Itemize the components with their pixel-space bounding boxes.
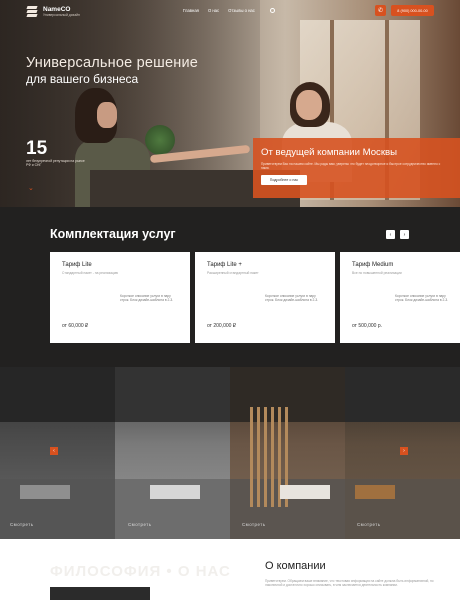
card-subtitle: Расширенный стандартный пакет (207, 271, 259, 275)
about-watermark: ФИЛОСОФИЯ • О НАС (50, 563, 231, 580)
logo[interactable]: NameCO Универсальный дизайн (26, 5, 80, 17)
hero-title: Универсальное решение (26, 55, 199, 71)
nav-item-reviews[interactable]: Отзывы о нас (228, 8, 255, 13)
about-section: ФИЛОСОФИЯ • О НАС О компании Приветствуе… (0, 539, 460, 600)
gallery-panel[interactable]: › Смотреть (345, 367, 460, 539)
hero-section: Универсальное решение для вашего бизнеса… (0, 0, 460, 207)
promo-title: От ведущей компании Москвы (261, 147, 398, 158)
card-price: от 500,000 р. (352, 323, 382, 329)
tariff-card[interactable]: Тариф Lite Стандартный пакет - на реализ… (50, 252, 190, 343)
gallery-panel[interactable]: Смотреть (230, 367, 345, 539)
search-icon[interactable] (270, 8, 275, 13)
main-nav: Главная О нас Отзывы о нас (183, 8, 255, 13)
promo-box: От ведущей компании Москвы Приветствуем … (253, 138, 460, 198)
next-arrow-icon[interactable]: › (400, 230, 409, 239)
hero-subtitle: для вашего бизнеса (26, 72, 139, 86)
gallery-caption[interactable]: Смотреть (10, 522, 34, 527)
services-title: Комплектация услуг (50, 227, 176, 241)
phone-icon[interactable]: ✆ (375, 5, 386, 16)
phone-button[interactable]: 8 (900) 000-00-00 (391, 5, 434, 16)
brand-tagline: Универсальный дизайн (43, 12, 80, 17)
plant-image (145, 125, 175, 155)
gallery-panel[interactable]: ‹ Смотреть (0, 367, 115, 539)
gallery-panel[interactable]: Смотреть (115, 367, 230, 539)
logo-icon (26, 5, 38, 17)
chevron-down-icon[interactable]: ⌄ (28, 184, 34, 192)
about-text: Приветствуем. Обращаем ваше внимание, чт… (265, 579, 434, 588)
chevron-right-icon[interactable]: › (400, 447, 408, 455)
card-title: Тариф Lite (62, 262, 92, 268)
card-title: Тариф Lite + (207, 262, 242, 268)
card-title: Тариф Medium (352, 262, 394, 268)
promo-text: Приветствуем Вас на нашем сайте. Мы рады… (261, 162, 441, 170)
tariff-card[interactable]: Тариф Lite + Расширенный стандартный пак… (195, 252, 335, 343)
card-subtitle: Все по повышенной реализации (352, 271, 402, 275)
more-about-button[interactable]: Подробнее о нас (261, 175, 307, 185)
gallery-caption[interactable]: Смотреть (128, 522, 152, 527)
prev-arrow-icon[interactable]: ‹ (386, 230, 395, 239)
card-description: Короткое описание услуги в пару строк. Б… (395, 294, 449, 303)
about-image (50, 587, 150, 600)
chevron-left-icon[interactable]: ‹ (50, 447, 58, 455)
about-title: О компании (265, 560, 326, 572)
stat-text: лет безупречной репутации на рынке РФ и … (26, 159, 85, 168)
gallery-caption[interactable]: Смотреть (242, 522, 266, 527)
nav-item-about[interactable]: О нас (208, 8, 219, 13)
services-section: Комплектация услуг ‹ › Тариф Lite Станда… (0, 207, 460, 367)
card-subtitle: Стандартный пакет - на реализацию (62, 271, 119, 275)
gallery-section: ‹ Смотреть Смотреть Смотреть › Смотреть (0, 367, 460, 539)
site-header: NameCO Универсальный дизайн Главная О на… (0, 0, 460, 22)
card-description: Короткое описание услуги в пару строк. Б… (265, 294, 319, 303)
gallery-caption[interactable]: Смотреть (357, 522, 381, 527)
card-price: от 200,000 ₽ (207, 323, 236, 329)
tariff-card[interactable]: Тариф Medium Все по повышенной реализаци… (340, 252, 460, 343)
card-description: Короткое описание услуги в пару строк. Б… (120, 294, 174, 303)
card-price: от 60,000 ₽ (62, 323, 89, 329)
stat-number: 15 (26, 138, 48, 159)
nav-item-home[interactable]: Главная (183, 8, 199, 13)
brand-name: NameCO (43, 5, 71, 13)
